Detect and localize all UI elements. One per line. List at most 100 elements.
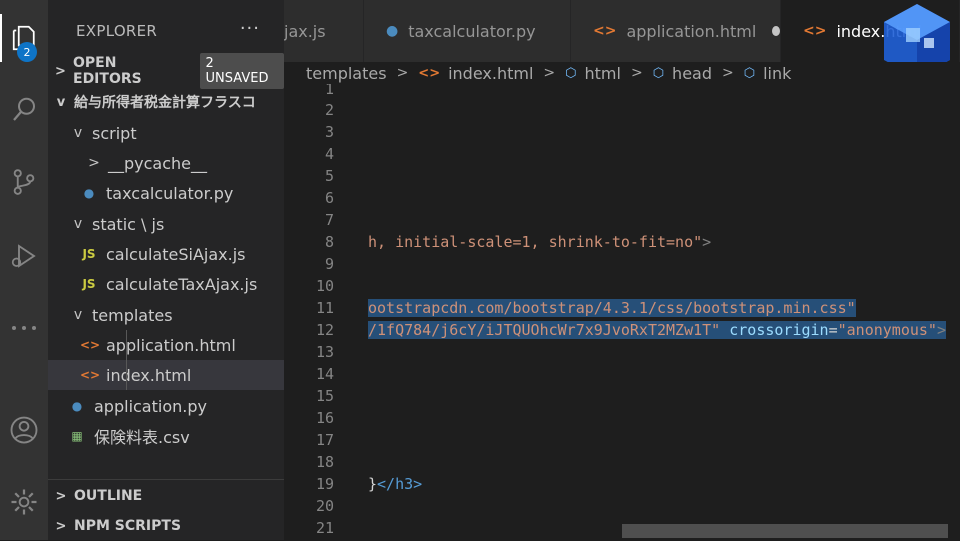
line-number: 18 — [315, 453, 334, 471]
html-icon: <> — [803, 23, 827, 39]
tree-item-label: script — [92, 123, 137, 143]
tree-item-pycache[interactable]: > __pycache__ — [48, 148, 322, 178]
line-number: 4 — [324, 145, 334, 163]
line-number: 16 — [315, 409, 334, 427]
tab-application-html[interactable]: <> application.html — [571, 0, 781, 62]
tab-jax-js[interactable]: jax.js — [284, 0, 364, 62]
tree-item-templates[interactable]: v templates — [48, 300, 306, 330]
chevron-down-icon: v — [73, 216, 83, 232]
code-equals: = — [828, 321, 838, 339]
line-number: 7 — [324, 211, 334, 229]
line-number: 3 — [324, 123, 334, 141]
source-control-icon[interactable] — [0, 158, 48, 206]
tab-label: taxcalculator.py — [408, 21, 536, 41]
tree-item-application-py[interactable]: ● application.py — [48, 391, 304, 421]
open-editors-section[interactable]: > OPEN EDITORS 2 UNSAVED — [48, 53, 284, 89]
line-number: 6 — [324, 189, 334, 207]
code-brace: } — [368, 475, 378, 493]
code-line-8: h, initial-scale=1, shrink-to-fit=no"> — [368, 233, 711, 251]
code-string: h, initial-scale=1, shrink-to-fit=no" — [368, 233, 703, 251]
html-icon: <> — [418, 65, 441, 81]
chevron-right-icon: > — [396, 65, 409, 81]
chevron-right-icon: > — [543, 65, 556, 81]
line-number: 15 — [315, 387, 334, 405]
tree-item-insurance-csv[interactable]: ▦ 保険料表.csv — [48, 421, 304, 451]
code-line-12: /1fQ784/j6cY/iJTQUOhcWr7x9JvoRxT2MZw1T" … — [368, 321, 946, 339]
cube-icon: ⬡ — [565, 65, 577, 81]
code-string: /1fQ784/j6cY/iJTQUOhcWr7x9JvoRxT2MZw1T" — [368, 321, 721, 339]
search-icon[interactable] — [0, 86, 48, 134]
code-string: ootstrapcdn.com/bootstrap/4.3.1/css/boot… — [368, 299, 856, 317]
breadcrumb-item-head[interactable]: head — [672, 64, 712, 83]
chevron-down-icon: v — [73, 125, 83, 141]
python-file-icon: ● — [71, 399, 83, 413]
line-number: 19 — [315, 475, 334, 493]
outline-section[interactable]: > OUTLINE — [48, 481, 284, 511]
account-icon[interactable] — [0, 406, 48, 454]
code-tag-close: > — [936, 321, 946, 339]
outline-label: OUTLINE — [74, 488, 143, 504]
settings-gear-icon[interactable] — [0, 478, 48, 526]
breadcrumb-item-link[interactable]: link — [763, 64, 791, 83]
run-debug-icon[interactable] — [0, 232, 48, 280]
breadcrumb-item-html[interactable]: html — [585, 64, 621, 83]
tree-item-taxcalculator-py[interactable]: ● taxcalculator.py — [48, 178, 316, 208]
open-editors-label: OPEN EDITORS — [73, 55, 142, 87]
line-number: 13 — [315, 343, 334, 361]
tree-item-label: 保険料表.csv — [94, 428, 190, 447]
line-number: 11 — [315, 299, 334, 317]
more-actions-icon[interactable]: ··· — [240, 18, 260, 39]
tree-item-label: taxcalculator.py — [106, 183, 234, 203]
more-icon[interactable] — [0, 304, 48, 352]
horizontal-scrollbar[interactable] — [622, 524, 948, 538]
editor-tab-bar: jax.js ● taxcalculator.py <> application… — [284, 0, 960, 78]
tree-item-label: calculateSiAjax.js — [106, 244, 246, 264]
unsaved-dot-icon[interactable] — [772, 26, 780, 36]
tree-item-calculatetaxajax-js[interactable]: JS calculateTaxAjax.js — [48, 269, 316, 299]
explorer-title: EXPLORER — [76, 22, 158, 40]
breadcrumb-item-templates[interactable]: templates — [306, 64, 387, 83]
workspace-section[interactable]: v 給与所得者税金計算フラスコ — [48, 87, 284, 117]
code-tag: </h3> — [377, 475, 423, 493]
line-number: 9 — [324, 255, 334, 273]
chevron-right-icon: > — [55, 63, 66, 79]
breadcrumb-item-index-html[interactable]: index.html — [448, 64, 533, 83]
explorer-badge: 2 — [17, 42, 37, 62]
npm-scripts-label: NPM SCRIPTS — [74, 518, 182, 534]
tree-item-calculatesiajax-js[interactable]: JS calculateSiAjax.js — [48, 239, 316, 269]
js-file-icon: JS — [82, 277, 96, 291]
line-number: 21 — [315, 519, 334, 537]
chevron-right-icon: > — [630, 65, 643, 81]
cube-icon: ⬡ — [743, 65, 756, 81]
breadcrumb: templates > <> index.html > ⬡ html > ⬡ h… — [284, 62, 960, 84]
code-tag-close: > — [702, 233, 712, 251]
tab-taxcalculator-py[interactable]: ● taxcalculator.py — [364, 0, 571, 62]
tree-item-static-js[interactable]: v static \ js — [48, 209, 306, 239]
npm-scripts-section[interactable]: > NPM SCRIPTS — [48, 511, 284, 541]
code-string: "anonymous" — [837, 321, 937, 339]
code-line-11: ootstrapcdn.com/bootstrap/4.3.1/css/boot… — [368, 299, 856, 317]
line-number: 20 — [315, 497, 334, 515]
unsaved-badge: 2 UNSAVED — [199, 53, 284, 89]
tree-item-label: templates — [92, 305, 173, 325]
chevron-down-icon: v — [56, 94, 66, 110]
tree-item-label: static \ js — [92, 214, 165, 234]
tree-item-index-html[interactable]: <> index.html — [48, 360, 316, 390]
cube-icon: ⬡ — [652, 65, 665, 81]
python-icon: ● — [386, 23, 399, 39]
tree-item-script[interactable]: v script — [48, 118, 306, 148]
chevron-right-icon: > — [55, 488, 67, 504]
tree-item-label: calculateTaxAjax.js — [106, 274, 258, 294]
code-line-19: }</h3> — [368, 475, 422, 493]
workspace-label: 給与所得者税金計算フラスコ — [74, 95, 256, 111]
tab-label: jax.js — [284, 21, 326, 41]
section-divider — [48, 479, 284, 480]
line-number: 1 — [324, 84, 334, 98]
line-number: 5 — [324, 167, 334, 185]
chevron-right-icon: > — [55, 518, 67, 534]
line-number: 2 — [324, 101, 334, 119]
chevron-down-icon: v — [73, 307, 83, 323]
code-editor[interactable]: 1 2 3 4 5 6 7 8 9 10 11 12 14 13 15 16 1… — [284, 84, 960, 540]
activity-bar: 2 — [0, 0, 48, 540]
tree-item-application-html[interactable]: <> application.html — [48, 330, 316, 360]
